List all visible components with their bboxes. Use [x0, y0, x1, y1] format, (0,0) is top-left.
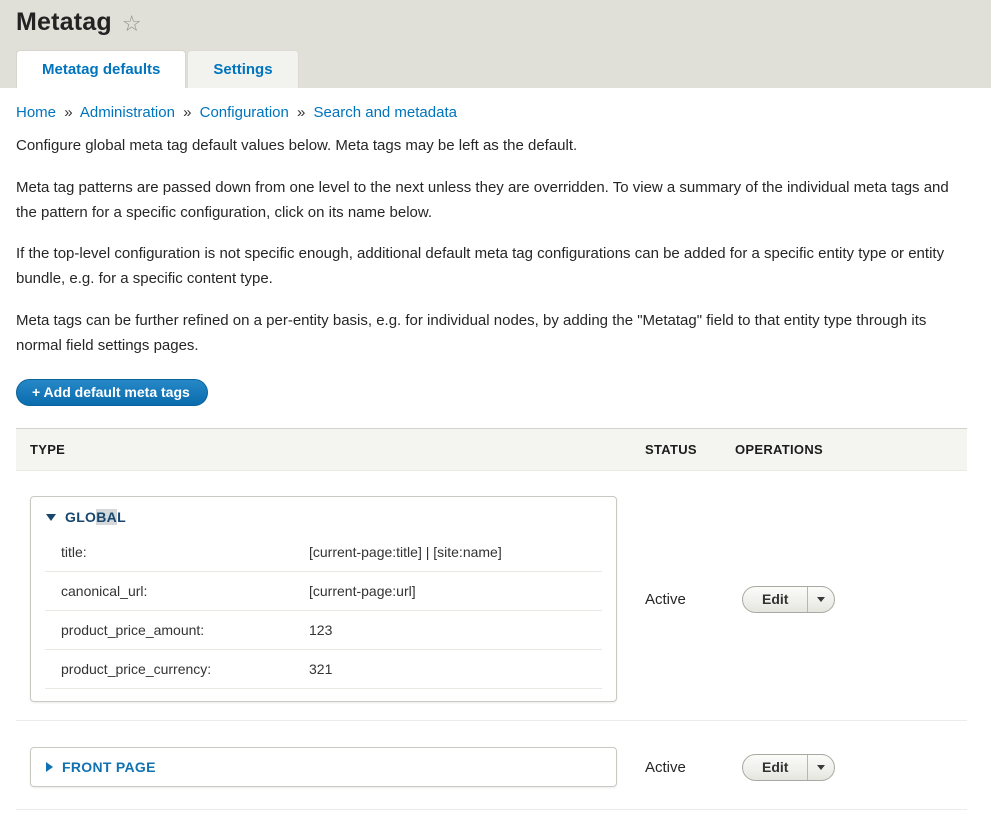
- field-row-product-price-currency: product_price_currency: 321: [45, 650, 602, 689]
- tab-bar: Metatag defaults Settings: [16, 50, 975, 88]
- table-row-403-access-denied: 403 ACCESS DENIED Active Edit: [16, 810, 967, 820]
- field-label: product_price_currency:: [61, 661, 309, 677]
- table-row-global: GLOBAL title: [current-page:title] | [si…: [16, 471, 967, 721]
- intro-paragraph-1: Configure global meta tag default values…: [16, 134, 967, 159]
- front-page-panel: FRONT PAGE: [30, 747, 617, 787]
- intro-text: Configure global meta tag default values…: [16, 134, 967, 358]
- breadcrumb-separator: »: [64, 104, 72, 121]
- global-panel-toggle[interactable]: GLOBAL: [31, 497, 616, 531]
- collapse-arrow-icon: [46, 514, 56, 521]
- breadcrumb-separator: »: [297, 104, 305, 121]
- front-page-panel-toggle[interactable]: FRONT PAGE: [31, 748, 616, 786]
- table-header-row: TYPE STATUS OPERATIONS: [16, 428, 967, 471]
- column-header-operations: OPERATIONS: [735, 442, 967, 457]
- type-cell: FRONT PAGE: [16, 747, 645, 787]
- edit-button[interactable]: Edit: [743, 755, 807, 780]
- intro-paragraph-2: Meta tag patterns are passed down from o…: [16, 176, 967, 226]
- field-row-canonical-url: canonical_url: [current-page:url]: [45, 572, 602, 611]
- edit-split-button: Edit: [742, 754, 835, 781]
- field-value: [current-page:url]: [309, 583, 602, 599]
- operations-cell: Edit: [735, 586, 967, 613]
- field-value: [current-page:title] | [site:name]: [309, 544, 602, 560]
- type-cell: GLOBAL title: [current-page:title] | [si…: [16, 496, 645, 702]
- text-selection-highlight: BA: [96, 509, 117, 525]
- column-header-status: STATUS: [645, 442, 735, 457]
- breadcrumb-separator: »: [183, 104, 191, 121]
- global-panel: GLOBAL title: [current-page:title] | [si…: [30, 496, 617, 702]
- intro-paragraph-3: If the top-level configuration is not sp…: [16, 242, 967, 292]
- breadcrumb-link-configuration[interactable]: Configuration: [200, 104, 289, 121]
- caret-down-icon: [817, 765, 825, 770]
- breadcrumb-link-search-and-metadata[interactable]: Search and metadata: [314, 104, 457, 121]
- status-cell: Active: [645, 759, 735, 776]
- edit-dropdown-toggle[interactable]: [807, 755, 834, 780]
- favorite-star-icon[interactable]: ☆: [122, 13, 142, 35]
- field-row-product-price-amount: product_price_amount: 123: [45, 611, 602, 650]
- panel-title: FRONT PAGE: [62, 759, 156, 775]
- meta-tag-defaults-table: TYPE STATUS OPERATIONS GLOBAL title: [cu…: [16, 428, 967, 820]
- intro-paragraph-4: Meta tags can be further refined on a pe…: [16, 309, 967, 359]
- field-value: 123: [309, 622, 602, 638]
- field-label: canonical_url:: [61, 583, 309, 599]
- panel-title: GLOBAL: [65, 509, 126, 525]
- field-value: 321: [309, 661, 602, 677]
- expand-arrow-icon: [46, 762, 53, 772]
- field-label: product_price_amount:: [61, 622, 309, 638]
- page-header: Metatag ☆ Metatag defaults Settings: [0, 0, 991, 88]
- field-label: title:: [61, 544, 309, 560]
- column-header-type: TYPE: [16, 442, 645, 457]
- tab-metatag-defaults[interactable]: Metatag defaults: [16, 50, 186, 88]
- main-content: Home » Administration » Configuration » …: [0, 88, 991, 820]
- breadcrumb-link-home[interactable]: Home: [16, 104, 56, 121]
- edit-split-button: Edit: [742, 586, 835, 613]
- breadcrumb: Home » Administration » Configuration » …: [16, 104, 967, 121]
- field-row-title: title: [current-page:title] | [site:name…: [45, 533, 602, 572]
- breadcrumb-link-administration[interactable]: Administration: [80, 104, 175, 121]
- add-default-meta-tags-button[interactable]: + Add default meta tags: [16, 379, 208, 406]
- table-row-front-page: FRONT PAGE Active Edit: [16, 721, 967, 810]
- global-field-list: title: [current-page:title] | [site:name…: [31, 531, 616, 701]
- operations-cell: Edit: [735, 754, 967, 781]
- page-title: Metatag: [16, 8, 112, 37]
- edit-button[interactable]: Edit: [743, 587, 807, 612]
- edit-dropdown-toggle[interactable]: [807, 587, 834, 612]
- caret-down-icon: [817, 597, 825, 602]
- status-cell: Active: [645, 591, 735, 608]
- tab-settings[interactable]: Settings: [187, 50, 298, 88]
